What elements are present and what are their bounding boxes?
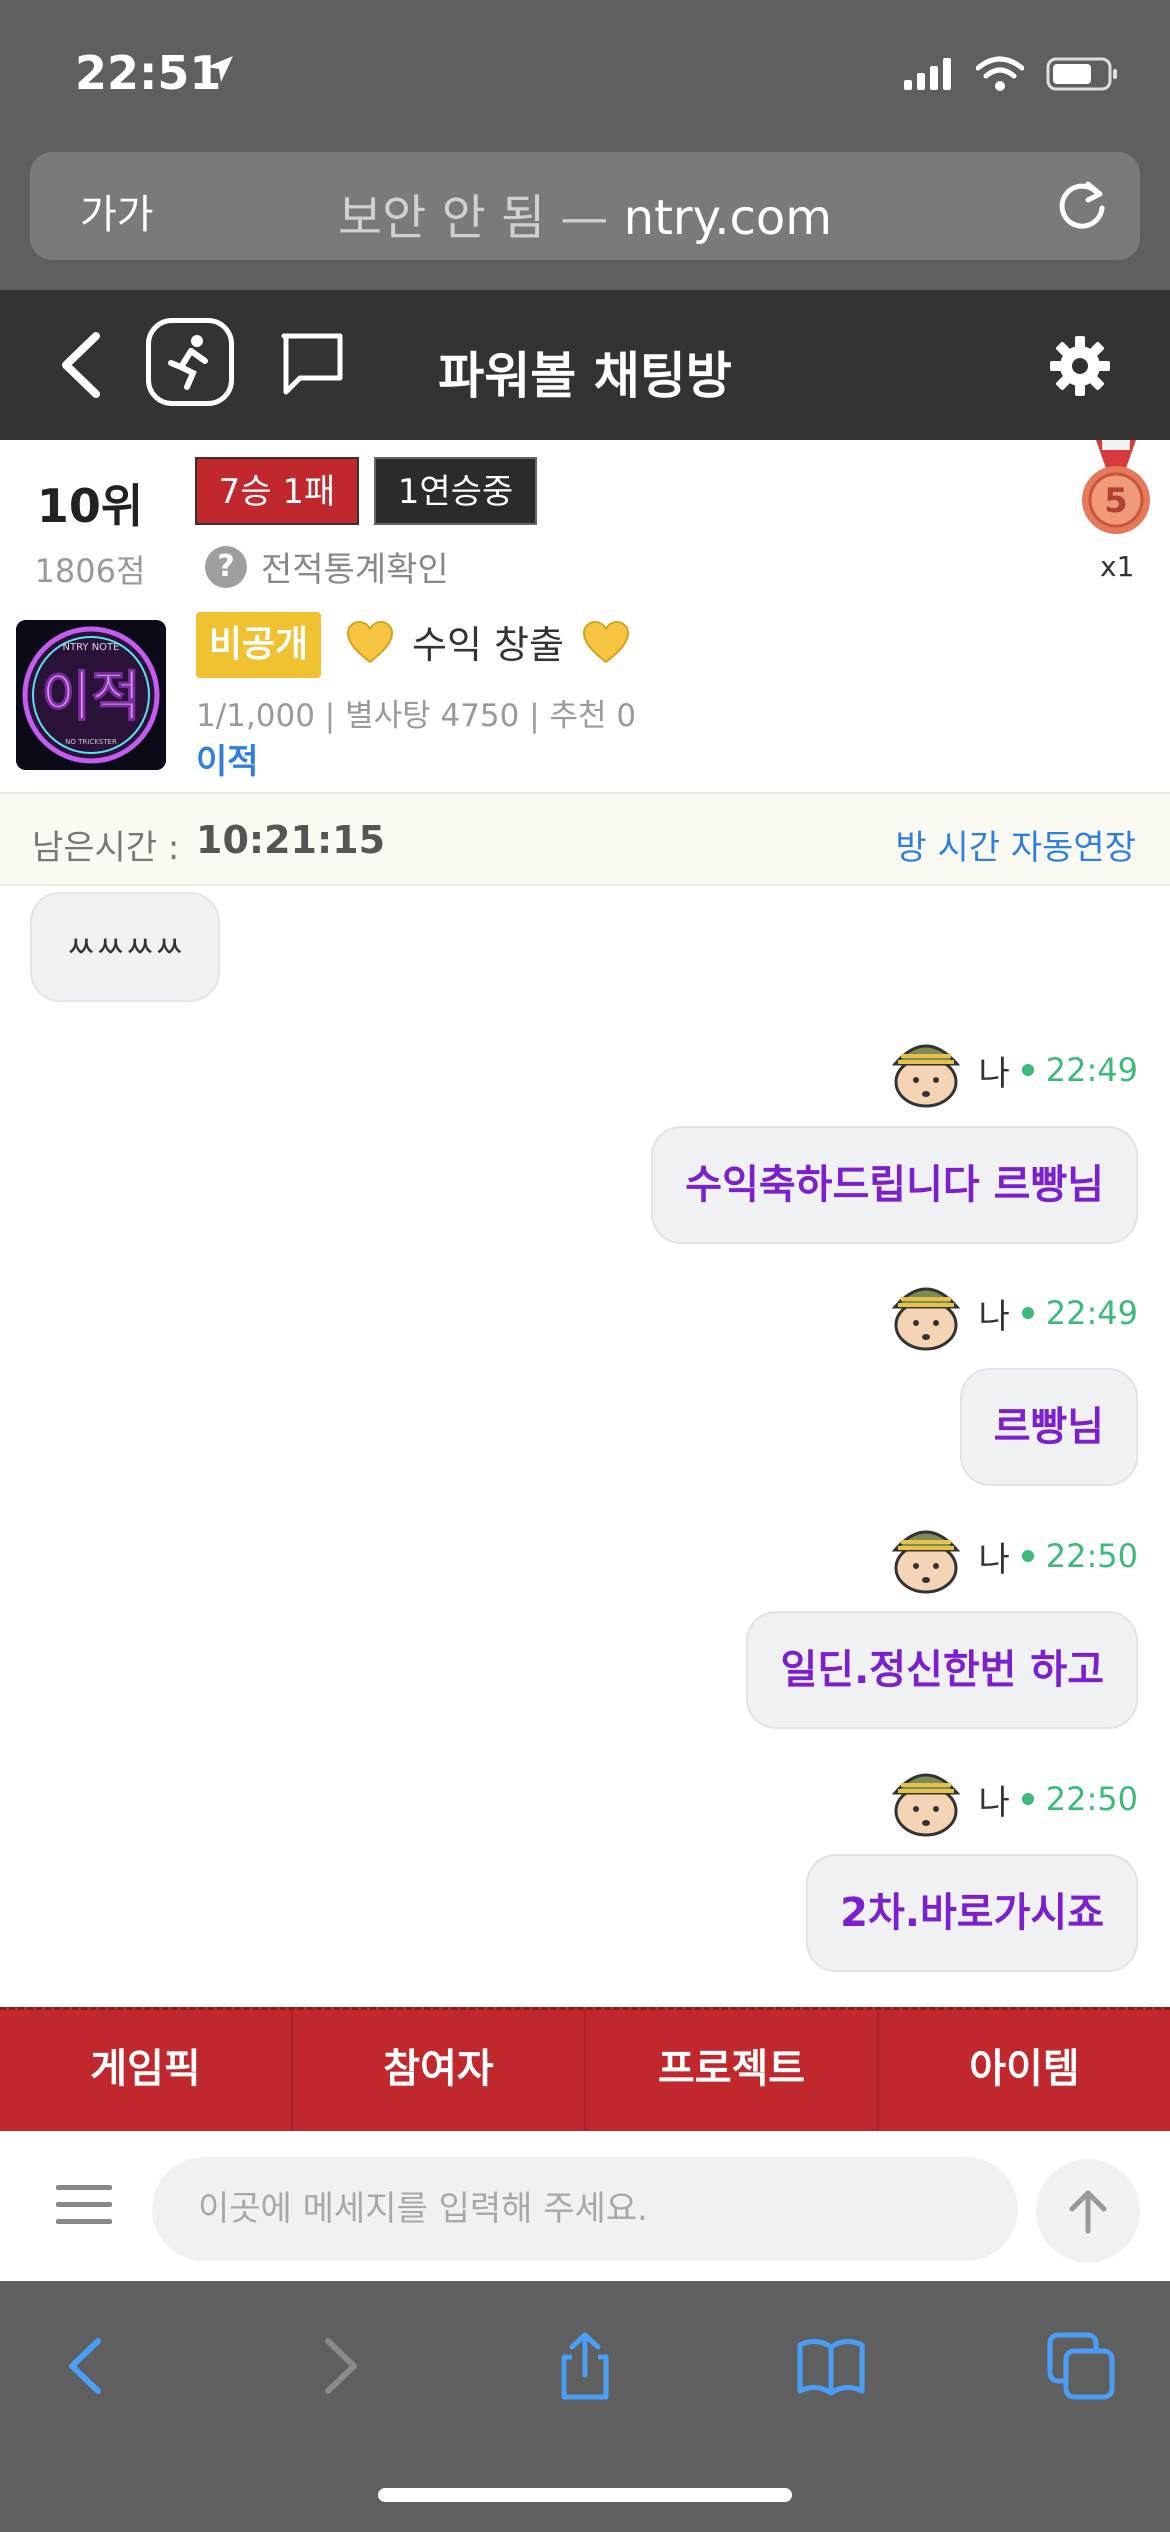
location-arrow-icon — [207, 56, 233, 82]
medal-count: x1 — [1100, 550, 1135, 583]
home-indicator — [378, 2488, 792, 2502]
streak-badge: 1연승중 — [374, 457, 537, 525]
chat-bubble-right: 일딘.정신한번 하고 — [746, 1611, 1138, 1729]
running-person-icon — [168, 335, 208, 390]
room-owner-link[interactable]: 이적 — [196, 734, 259, 783]
message-input-area — [0, 2131, 1170, 2281]
chat-bubble-right: 수익축하드립니다 르빵님 — [651, 1126, 1138, 1244]
cellular-signal-icon — [904, 58, 951, 90]
record-badge: 7승 1패 — [195, 457, 359, 525]
tab-project[interactable]: 프로젝트 — [586, 2010, 879, 2131]
message-header: 나 22:49 — [885, 1032, 1138, 1108]
medal-number: 5 — [1104, 481, 1128, 521]
message-time: 22:50 — [1045, 1780, 1138, 1818]
chat-bubble-right: 2차.바로가시죠 — [806, 1854, 1138, 1972]
sender-name: 나 — [978, 1053, 1010, 1094]
room-avatar-image: NTRY NOTE 이적 NO TRICKSTER — [16, 620, 166, 770]
tabs-icon[interactable] — [1046, 2331, 1116, 2401]
message-header: 나 22:49 — [885, 1275, 1138, 1351]
tab-participants[interactable]: 참여자 — [293, 2010, 586, 2131]
status-time: 22:51 — [75, 46, 222, 100]
send-button[interactable] — [1036, 2159, 1140, 2263]
sender-name: 나 — [978, 1782, 1010, 1823]
message-time: 22:49 — [1045, 1051, 1138, 1089]
score-label: 1806점 — [34, 552, 146, 590]
share-icon[interactable] — [550, 2331, 620, 2401]
message-time: 22:50 — [1045, 1537, 1138, 1575]
online-dot — [1021, 1064, 1034, 1076]
reload-icon[interactable] — [1054, 178, 1110, 234]
rank-box: 10위 1806점 — [30, 470, 150, 592]
rank-label: 10위 — [36, 479, 144, 533]
private-badge: 비공개 — [196, 612, 321, 678]
yellow-heart-icon — [346, 620, 394, 663]
room-avatar: NTRY NOTE 이적 NO TRICKSTER — [16, 620, 166, 770]
status-bar: 22:51 — [0, 0, 1170, 150]
url-security-label: 보안 안 됨 — — [338, 190, 624, 246]
message-time: 22:49 — [1045, 1294, 1138, 1332]
timer-value: 10:21:15 — [196, 818, 386, 862]
sender-name: 나 — [978, 1539, 1010, 1580]
arrow-up-icon — [1069, 2190, 1107, 2234]
wifi-icon — [976, 56, 1024, 91]
room-avatar-bottom-text: NO TRICKSTER — [65, 738, 117, 746]
tab-items[interactable]: 아이템 — [879, 2010, 1170, 2131]
room-title-text: 수익 창출 — [412, 623, 564, 667]
timer-bar: 남은시간 : 10:21:15 방 시간 자동연장 — [0, 792, 1170, 886]
tab-game-pick[interactable]: 게임픽 — [0, 2010, 293, 2131]
message-header: 나 22:50 — [885, 1761, 1138, 1837]
room-meta: 1/1,000 | 별사탕 4750 | 추천 0 — [196, 698, 637, 734]
room-avatar-text: 이적 — [41, 665, 140, 728]
browser-back-icon[interactable] — [52, 2331, 122, 2401]
battery-icon — [1046, 57, 1117, 91]
hamburger-menu-icon[interactable] — [56, 2183, 112, 2227]
user-avatar-icon — [891, 1773, 960, 1837]
room-avatar-top-text: NTRY NOTE — [63, 642, 120, 653]
online-dot — [1021, 1550, 1034, 1562]
message-input[interactable] — [152, 2157, 1018, 2261]
stats-link[interactable]: ? 전적통계확인 — [205, 542, 449, 591]
chat-bubble-right: 르빵님 — [959, 1368, 1138, 1486]
gear-icon[interactable] — [1048, 334, 1112, 398]
browser-forward-icon[interactable] — [304, 2331, 374, 2401]
timer-label: 남은시간 : — [32, 828, 180, 868]
online-dot — [1021, 1307, 1034, 1319]
auto-extend-link[interactable]: 방 시간 자동연장 — [895, 820, 1136, 869]
bottom-tabbar: 게임픽 참여자 프로젝트 아이템 — [0, 2007, 1170, 2131]
message-header: 나 22:50 — [885, 1518, 1138, 1594]
chat-bubble-left: ㅆㅆㅆㅆ — [30, 892, 220, 1002]
bookmarks-icon[interactable] — [796, 2331, 866, 2401]
medal-icon: 5 — [1082, 440, 1150, 534]
user-avatar-icon — [891, 1044, 960, 1108]
sender-name: 나 — [978, 1296, 1010, 1337]
room-title: 수익 창출 — [346, 614, 630, 669]
url-domain: ntry.com — [623, 190, 832, 246]
ntry-logo-button[interactable] — [146, 318, 234, 406]
user-avatar-icon — [891, 1287, 960, 1351]
status-icons — [904, 56, 1120, 92]
user-avatar-icon — [891, 1530, 960, 1594]
online-dot — [1021, 1793, 1034, 1805]
question-icon: ? — [205, 545, 247, 588]
stats-link-label: 전적통계확인 — [261, 550, 449, 590]
yellow-heart-icon — [582, 620, 629, 663]
address-bar[interactable]: 가가 보안 안 됨 — ntry.com — [30, 152, 1140, 260]
url-display[interactable]: 보안 안 됨 — ntry.com — [30, 178, 1140, 248]
